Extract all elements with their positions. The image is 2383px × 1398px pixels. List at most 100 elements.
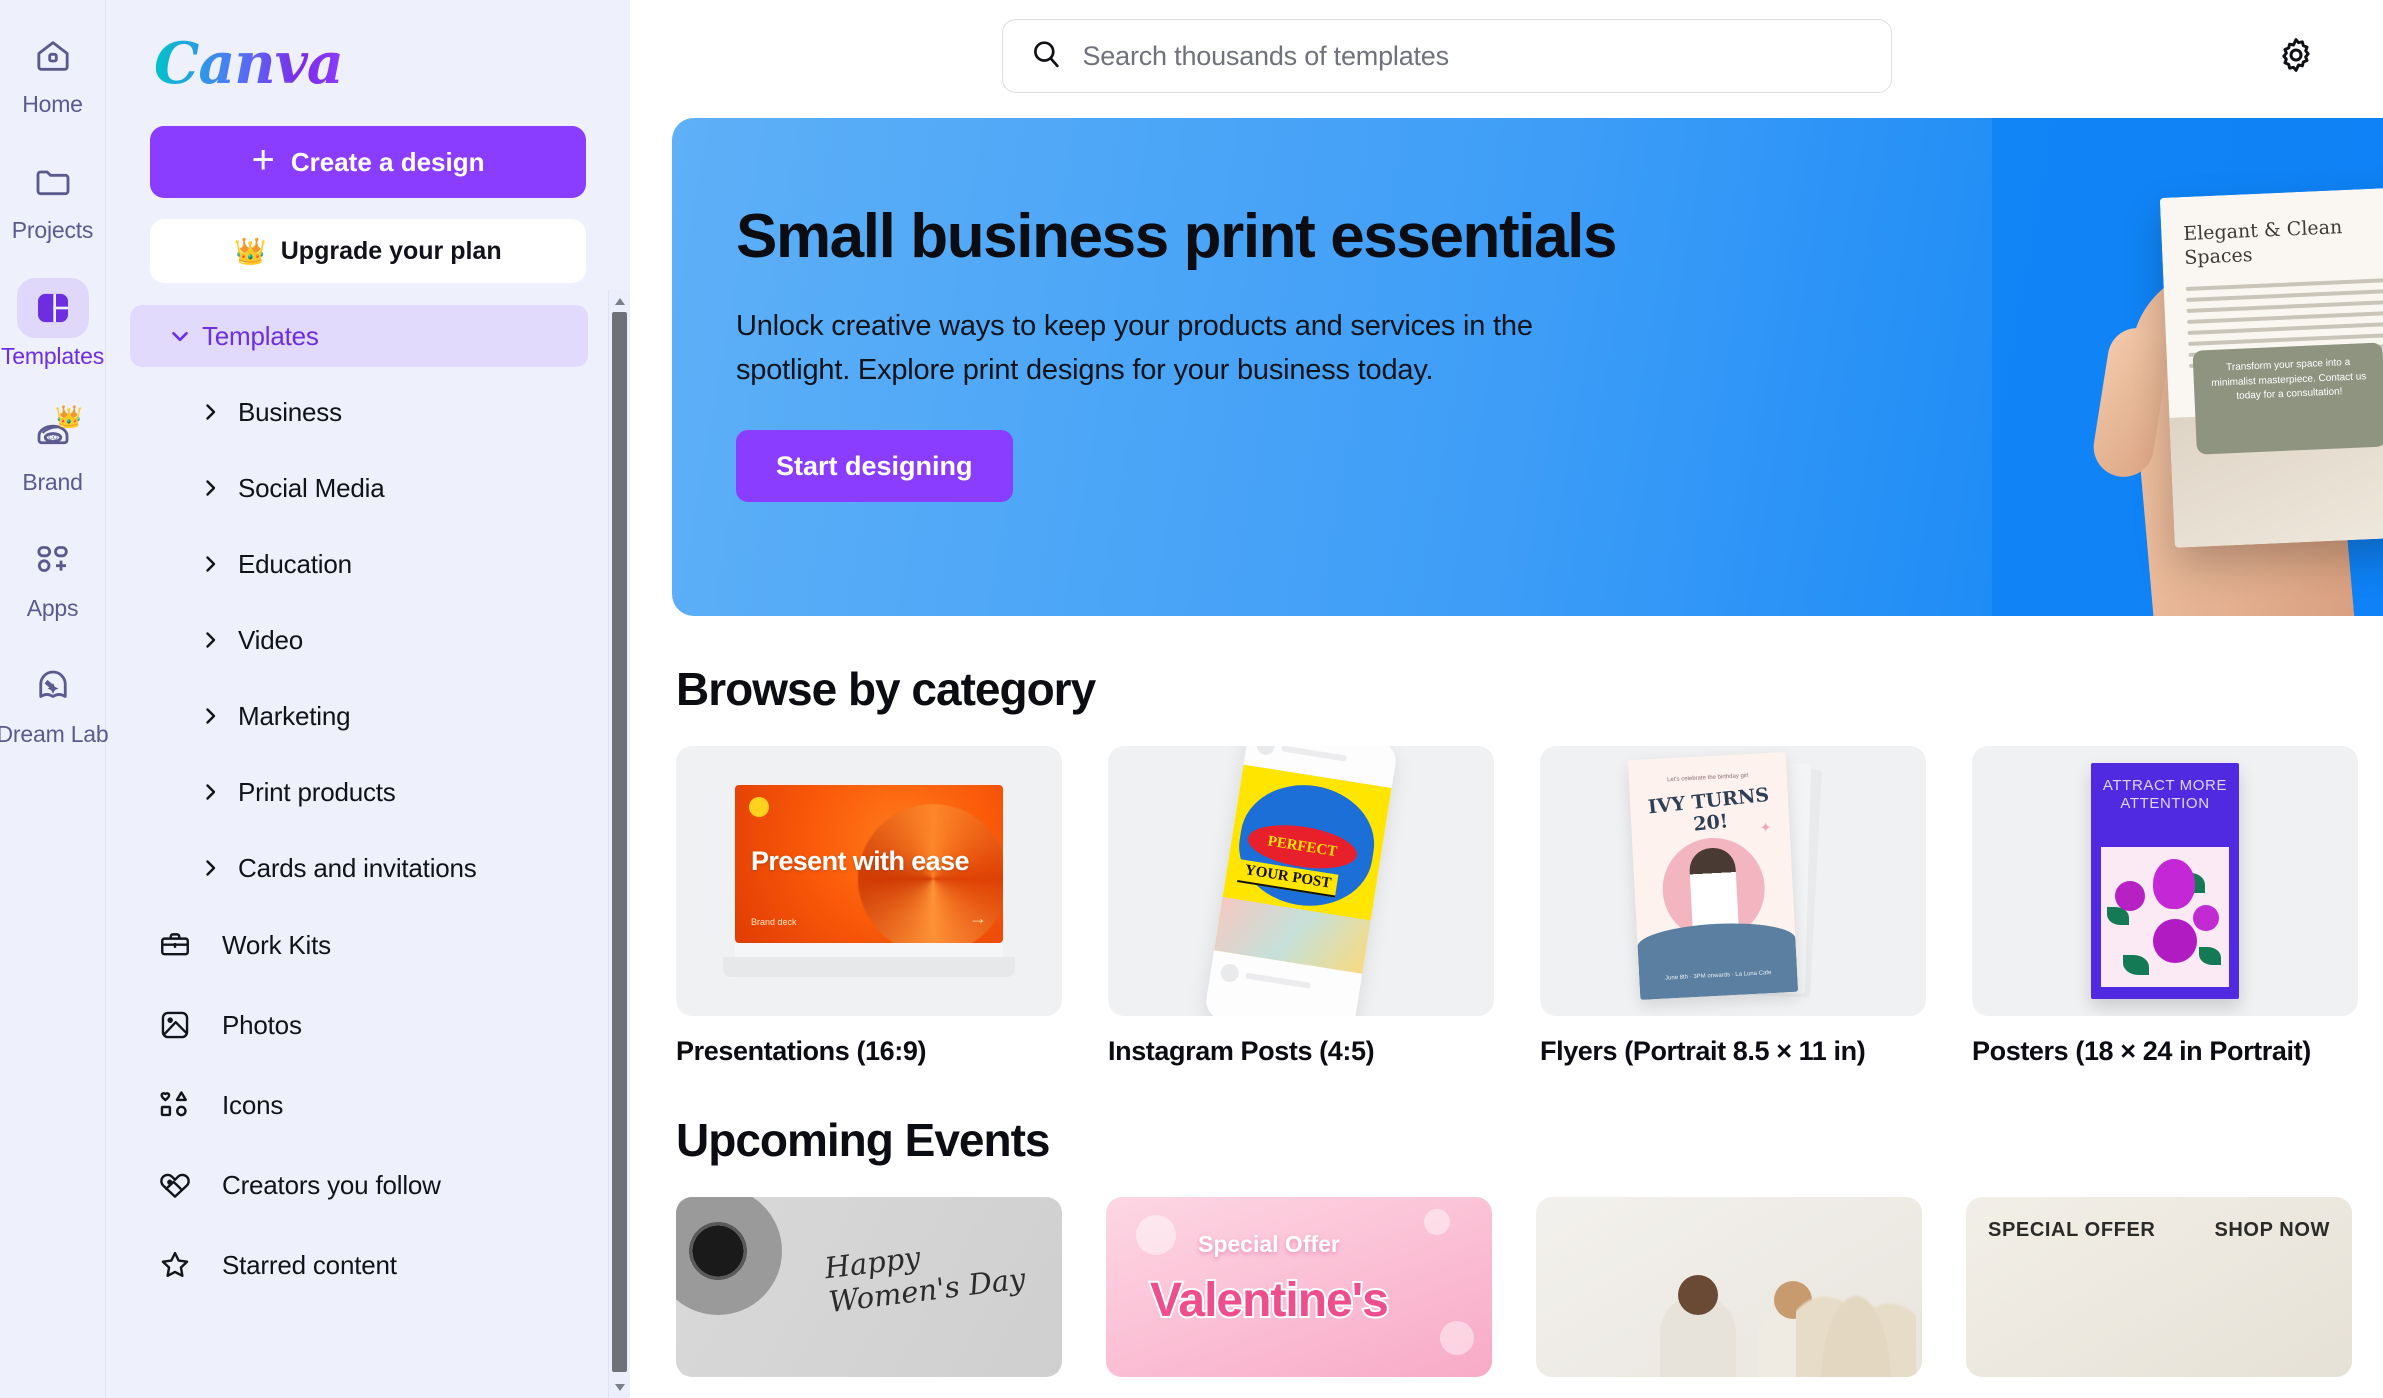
upgrade-plan-button[interactable]: 👑 Upgrade your plan — [150, 219, 586, 283]
home-icon — [17, 26, 89, 86]
sidebar-link-label: Creators you follow — [222, 1169, 441, 1200]
category-label: Posters (18 × 24 in Portrait) — [1972, 1036, 2311, 1066]
rail-item-label: Brand — [22, 469, 83, 495]
chevron-down-icon — [158, 323, 202, 349]
scroll-down-arrow-icon[interactable] — [609, 1376, 630, 1398]
sidebar-category-marketing[interactable]: Marketing — [130, 685, 610, 747]
rail-item-home[interactable]: Home — [2, 26, 104, 116]
sidebar-scrollbar[interactable] — [608, 290, 630, 1398]
folder-icon — [17, 152, 89, 212]
sidebar-category-label: Social Media — [238, 472, 385, 503]
category-thumbnail: Let's celebrate the birthday girl IVY TU… — [1540, 746, 1926, 1016]
sidebar-category-cards-and-invitations[interactable]: Cards and invitations — [130, 837, 610, 899]
main-content: Search thousands of templates Elegant & … — [630, 0, 2383, 1398]
canva-app: Home Projects Templates CO 👑 Brand Apps … — [0, 0, 2383, 1398]
settings-button[interactable] — [2263, 23, 2329, 89]
brochure-callout: Transform your space into a minimalist m… — [2192, 342, 2383, 455]
rail-item-apps[interactable]: Apps — [2, 530, 104, 620]
sidebar-link-label: Work Kits — [222, 929, 331, 960]
category-label: Flyers (Portrait 8.5 × 11 in) — [1540, 1036, 1866, 1066]
shapes-icon — [156, 1088, 194, 1122]
brochure-panel-1: Elegant & Clean Spaces Transform your sp… — [2159, 187, 2383, 548]
event-card-womens-day[interactable]: Happy Women's Day — [676, 1197, 1062, 1377]
heart-photo-icon — [156, 1168, 194, 1202]
thumb-text: Present with ease — [751, 846, 970, 876]
search-input[interactable]: Search thousands of templates — [1001, 19, 1892, 93]
sidebar-link-starred-content[interactable]: Starred content — [130, 1231, 610, 1299]
category-card-flyers[interactable]: Let's celebrate the birthday girl IVY TU… — [1540, 746, 1926, 1067]
search-icon — [1029, 37, 1063, 76]
category-card-presentations[interactable]: Present with ease Brand deck → Presentat… — [676, 746, 1062, 1067]
pro-crown-icon: 👑 — [55, 404, 83, 429]
hero-subtitle: Unlock creative ways to keep your produc… — [736, 310, 1533, 386]
rail-item-dream-lab[interactable]: Dream Lab — [0, 656, 109, 746]
category-label: Presentations (16:9) — [676, 1036, 927, 1066]
brand-icon: CO 👑 — [17, 404, 89, 464]
sidebar-link-work-kits[interactable]: Work Kits — [130, 911, 610, 979]
rail-item-templates[interactable]: Templates — [0, 278, 105, 369]
hero-photo: Elegant & Clean Spaces Transform your sp… — [1992, 118, 2383, 616]
scrollbar-thumb[interactable] — [612, 312, 627, 1372]
chevron-right-icon — [182, 400, 238, 424]
event-card-valentines[interactable]: Special Offer Valentine's — [1106, 1197, 1492, 1377]
hero-banner[interactable]: Elegant & Clean Spaces Transform your sp… — [672, 118, 2383, 616]
rail-item-label: Dream Lab — [0, 721, 109, 747]
sidebar-link-photos[interactable]: Photos — [130, 991, 610, 1059]
event-card-special-offer[interactable]: SPECIAL OFFER SHOP NOW — [1966, 1197, 2352, 1377]
browse-by-category-heading: Browse by category — [676, 663, 1096, 715]
sidebar-section-templates[interactable]: Templates — [130, 305, 588, 367]
event-card-text: Happy Women's Day — [822, 1239, 1028, 1320]
thumb-subtext: Brand deck — [751, 917, 797, 927]
sidebar-category-video[interactable]: Video — [130, 609, 610, 671]
templates-icon — [16, 278, 89, 338]
events-grid: Happy Women's Day Special Offer Valentin… — [676, 1197, 2383, 1377]
photo-icon — [156, 1008, 194, 1042]
thumb-text: ATTRACT MORE ATTENTION — [2102, 777, 2228, 813]
category-card-instagram-posts[interactable]: PERFECT YOUR POST Instagram Posts (4:5) — [1108, 746, 1494, 1067]
canva-logo[interactable]: Canva — [154, 30, 344, 97]
sidebar-category-education[interactable]: Education — [130, 533, 610, 595]
category-thumbnail: PERFECT YOUR POST — [1108, 746, 1494, 1016]
chevron-right-icon — [182, 704, 238, 728]
sidebar-link-label: Starred content — [222, 1249, 397, 1280]
brochure-mockup: Elegant & Clean Spaces Transform your sp… — [2159, 162, 2383, 548]
category-grid: Present with ease Brand deck → Presentat… — [676, 746, 2383, 1067]
event-card-right-label: SHOP NOW — [2214, 1219, 2330, 1241]
rail-item-brand[interactable]: CO 👑 Brand — [2, 404, 104, 494]
scroll-up-arrow-icon[interactable] — [609, 290, 630, 312]
category-label: Instagram Posts (4:5) — [1108, 1036, 1375, 1066]
sidebar-category-label: Print products — [238, 776, 396, 807]
event-card-photo[interactable] — [1536, 1197, 1922, 1377]
rail-item-projects[interactable]: Projects — [2, 152, 104, 242]
create-a-design-button[interactable]: + Create a design — [150, 126, 586, 198]
apps-icon — [17, 530, 89, 590]
sidebar-category-label: Marketing — [238, 700, 351, 731]
sidebar-nav: Templates Business Social Media Educatio… — [106, 283, 630, 1398]
dream-lab-icon — [17, 656, 89, 716]
plus-icon: + — [251, 138, 275, 182]
sidebar-link-icons[interactable]: Icons — [130, 1071, 610, 1139]
sidebar-link-creators-you-follow[interactable]: Creators you follow — [130, 1151, 610, 1219]
rail-item-label: Templates — [0, 343, 105, 369]
laptop-mockup: Present with ease Brand deck → — [723, 785, 1015, 977]
sidebar-section-label: Templates — [202, 320, 319, 351]
start-designing-button[interactable]: Start designing — [736, 430, 1013, 503]
hero-copy: Small business print essentials Unlock c… — [736, 204, 1696, 503]
sidebar-link-label: Photos — [222, 1009, 302, 1040]
event-card-text: Valentine's — [1148, 1272, 1391, 1329]
sidebar-category-social-media[interactable]: Social Media — [130, 457, 610, 519]
event-card-left-label: SPECIAL OFFER — [1988, 1219, 2156, 1241]
crown-icon: 👑 — [234, 235, 267, 266]
event-card-badge: Special Offer — [1198, 1231, 1340, 1257]
search-container: Search thousands of templates — [630, 19, 2263, 93]
briefcase-icon — [156, 928, 194, 962]
svg-text:CO: CO — [48, 434, 58, 441]
sidebar: Canva + Create a design 👑 Upgrade your p… — [106, 0, 630, 1398]
sidebar-category-print-products[interactable]: Print products — [130, 761, 610, 823]
upgrade-button-label: Upgrade your plan — [280, 236, 502, 265]
create-button-label: Create a design — [290, 146, 485, 177]
sidebar-category-business[interactable]: Business — [130, 381, 610, 443]
category-card-posters[interactable]: ATTRACT MORE ATTENTION Posters (18 × 24 … — [1972, 746, 2358, 1067]
upcoming-events-heading: Upcoming Events — [676, 1114, 1051, 1166]
chevron-right-icon — [182, 476, 238, 500]
